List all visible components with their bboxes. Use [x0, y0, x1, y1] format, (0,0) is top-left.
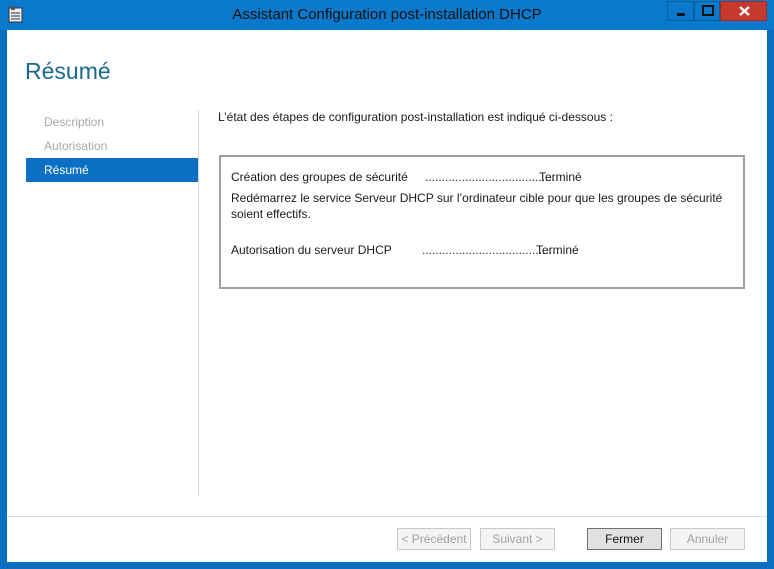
nav-item-description: Description [44, 115, 105, 129]
next-button[interactable]: Suivant > [480, 528, 555, 550]
step-label-authorization: Autorisation du serveur DHCP [231, 243, 392, 257]
wizard-step-nav: Description Autorisation Résumé [26, 110, 198, 182]
nav-divider [198, 110, 199, 496]
dhcp-wizard-window: Assistant Configuration post-installatio… [0, 0, 774, 569]
maximize-button[interactable] [694, 1, 720, 21]
step-status-authorization: Terminé [536, 243, 579, 257]
title-bar[interactable]: Assistant Configuration post-installatio… [0, 0, 774, 30]
minimize-button[interactable] [667, 1, 694, 21]
status-box: Création des groupes de sécurité .......… [219, 155, 745, 289]
summary-intro-text: L’état des étapes de configuration post-… [218, 110, 613, 124]
step-status-groups: Terminé [539, 170, 582, 184]
window-title: Assistant Configuration post-installatio… [232, 6, 542, 23]
step-label-groups: Création des groupes de sécurité [231, 170, 408, 184]
maximize-icon [702, 5, 714, 16]
close-button[interactable]: Fermer [587, 528, 662, 550]
step-dots-authorization: ....................................... [422, 243, 553, 257]
cancel-button[interactable]: Annuler [670, 528, 745, 550]
page-title: Résumé [25, 58, 111, 84]
wizard-content: Résumé Description Autorisation Résumé L… [7, 30, 767, 562]
nav-item-autorisation: Autorisation [44, 139, 108, 153]
step-dots-groups: ....................................... [425, 170, 556, 184]
restart-note: Redémarrez le service Serveur DHCP sur l… [231, 191, 723, 221]
minimize-icon [677, 13, 685, 16]
close-window-button[interactable] [720, 1, 767, 21]
previous-button[interactable]: < Précédent [397, 528, 471, 550]
close-icon [739, 6, 750, 16]
nav-item-resume[interactable]: Résumé [26, 158, 198, 182]
